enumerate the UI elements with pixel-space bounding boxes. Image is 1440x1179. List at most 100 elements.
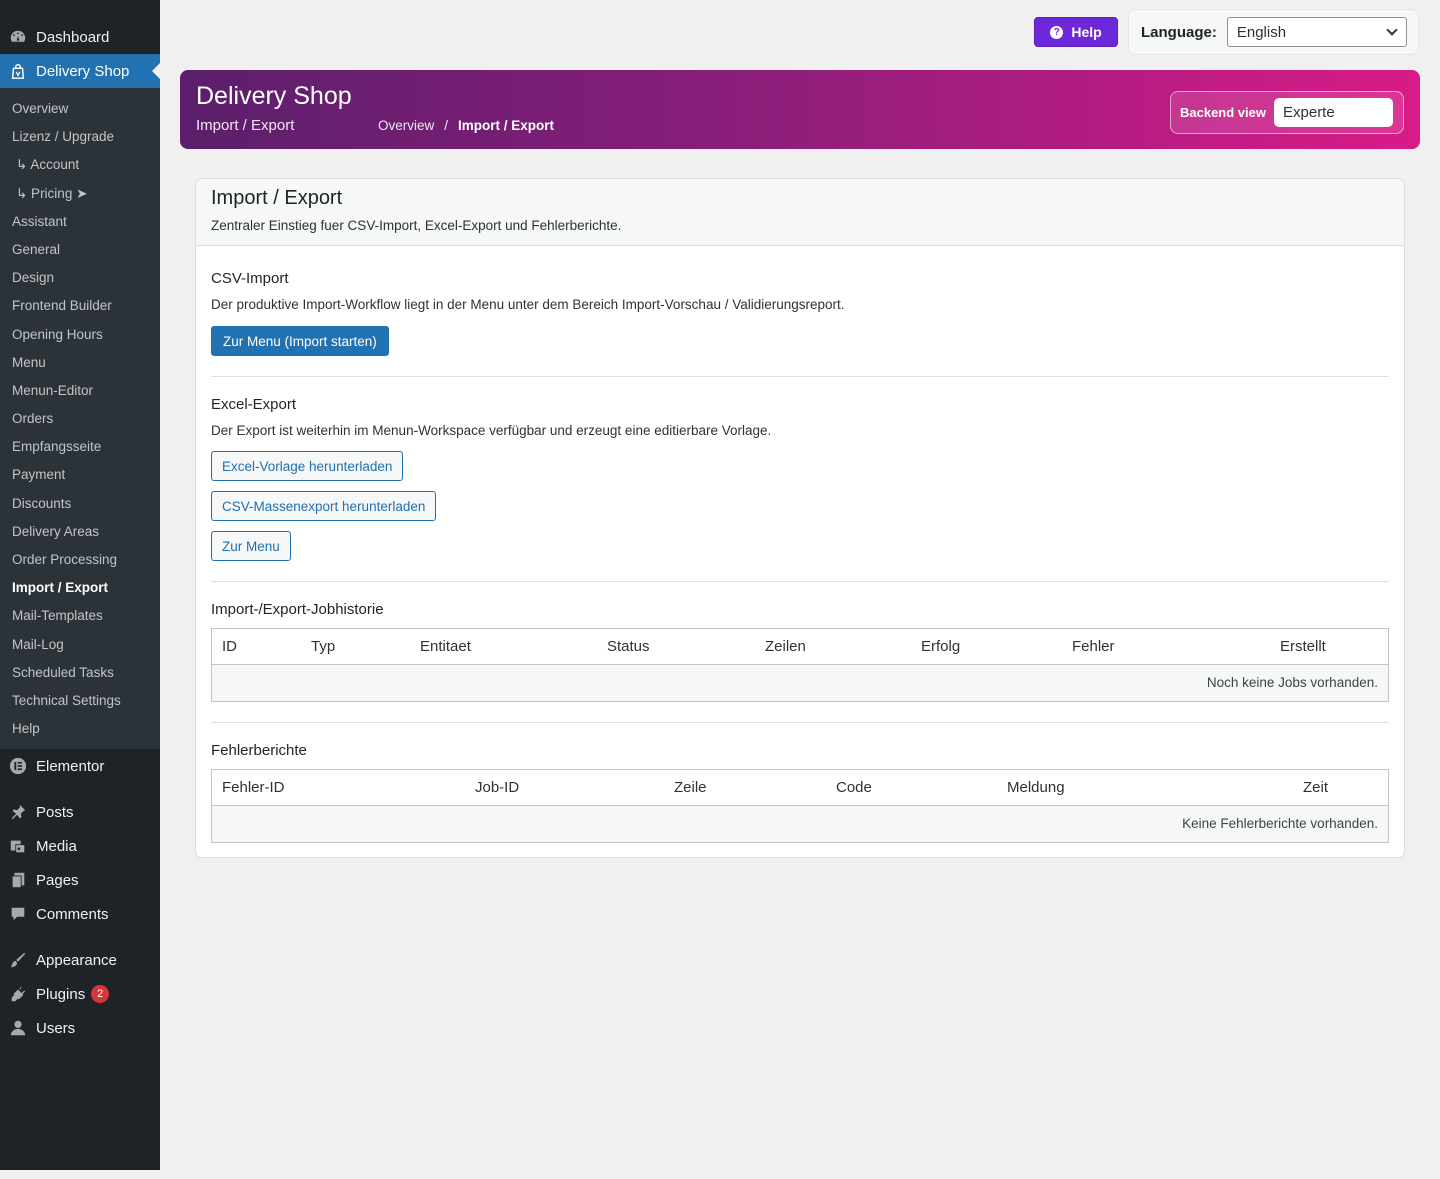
breadcrumb-separator: / xyxy=(444,118,449,133)
sidebar-item-pages[interactable]: Pages xyxy=(0,863,160,897)
language-label: Language: xyxy=(1141,23,1217,41)
excel-export-description: Der Export ist weiterhin im Menun-Worksp… xyxy=(211,423,772,438)
submenu-item-import-export[interactable]: Import / Export xyxy=(0,574,160,602)
download-csv-mass-export-button[interactable]: CSV-Massenexport herunterladen xyxy=(211,491,437,521)
breadcrumb: Overview / Import / Export xyxy=(378,118,554,133)
pages-icon xyxy=(8,870,28,890)
excel-export-title: Excel-Export xyxy=(211,396,297,413)
sidebar-item-users[interactable]: Users xyxy=(0,1011,160,1045)
job-history-section: Import-/Export-Jobhistorie xyxy=(211,601,1389,618)
sidebar-item-label: Comments xyxy=(36,905,109,923)
chevron-down-icon xyxy=(1386,24,1398,36)
sidebar-item-delivery-shop[interactable]: Delivery Shop xyxy=(0,54,160,88)
language-select[interactable]: English xyxy=(1226,17,1407,47)
card-title: Import / Export xyxy=(211,187,343,209)
section-divider xyxy=(211,376,1389,377)
sidebar-item-elementor[interactable]: Elementor xyxy=(0,749,160,783)
sidebar-item-comments[interactable]: Comments xyxy=(0,897,160,931)
submenu-item-delivery-areas[interactable]: Delivery Areas xyxy=(0,518,160,546)
error-reports-section: Fehlerberichte xyxy=(211,742,1389,759)
sidebar-item-media[interactable]: Media xyxy=(0,829,160,863)
submenu-item-empfangsseite[interactable]: Empfangsseite xyxy=(0,433,160,461)
section-divider xyxy=(211,722,1389,723)
table-row: Noch keine Jobs vorhanden. xyxy=(212,665,1388,701)
page-header-banner: Delivery Shop Import / Export Overview / I… xyxy=(180,70,1420,149)
help-button[interactable]: ? Help xyxy=(1034,17,1118,47)
start-import-button[interactable]: Zur Menu (Import starten) xyxy=(211,326,389,356)
admin-sidebar: Dashboard Delivery Shop Overview Lizenz … xyxy=(0,0,160,1170)
submenu-item-mail-templates[interactable]: Mail-Templates xyxy=(0,602,160,630)
column-header: Entitaet xyxy=(420,638,471,655)
error-reports-table: Fehler-ID Job-ID Zeile Code Meldung Zeit… xyxy=(211,769,1389,843)
language-select-value: English xyxy=(1236,23,1287,41)
submenu-item-help[interactable]: Help xyxy=(0,715,160,743)
empty-state-text: Keine Fehlerberichte vorhanden. xyxy=(1182,816,1378,831)
card-header: Import / Export Zentraler Einstieg fuer … xyxy=(196,179,1404,246)
submenu-item-lizenz-upgrade[interactable]: Lizenz / Upgrade xyxy=(0,123,160,151)
download-excel-template-button[interactable]: Excel-Vorlage herunterladen xyxy=(211,451,404,481)
column-header: Zeilen xyxy=(765,638,806,655)
backend-view-select[interactable]: Experte xyxy=(1274,98,1393,127)
submenu-item-mail-log[interactable]: Mail-Log xyxy=(0,631,160,659)
empty-state-text: Noch keine Jobs vorhanden. xyxy=(1206,675,1378,690)
submenu-item-account[interactable]: ↳ Account xyxy=(0,151,160,179)
media-icon xyxy=(8,836,28,856)
comment-icon xyxy=(8,904,28,924)
column-header: Zeile xyxy=(674,779,707,796)
language-switcher: Language: English xyxy=(1128,9,1419,55)
csv-import-section: CSV-Import Der produktive Import-Workflo… xyxy=(211,270,1389,312)
sidebar-item-label: Appearance xyxy=(36,951,117,969)
submenu-item-technical-settings[interactable]: Technical Settings xyxy=(0,687,160,715)
submenu-item-payment[interactable]: Payment xyxy=(0,461,160,489)
csv-import-title: CSV-Import xyxy=(211,270,289,287)
user-icon xyxy=(8,1018,28,1038)
column-header: Typ xyxy=(311,638,336,655)
column-header: Fehler-ID xyxy=(222,779,285,796)
sidebar-item-dashboard[interactable]: Dashboard xyxy=(0,20,160,54)
submenu-item-opening-hours[interactable]: Opening Hours xyxy=(0,321,160,349)
column-header: Meldung xyxy=(1007,779,1065,796)
sidebar-item-posts[interactable]: Posts xyxy=(0,795,160,829)
sidebar-item-label: Pages xyxy=(36,871,79,889)
question-icon: ? xyxy=(1050,25,1064,39)
card-description: Zentraler Einstieg fuer CSV-Import, Exce… xyxy=(211,218,622,233)
table-header: Fehler-ID Job-ID Zeile Code Meldung Zeit xyxy=(212,770,1388,806)
sidebar-item-appearance[interactable]: Appearance xyxy=(0,943,160,977)
breadcrumb-current: Import / Export xyxy=(458,118,555,133)
brush-icon xyxy=(8,950,28,970)
sidebar-item-label: Posts xyxy=(36,803,74,821)
submenu-item-overview[interactable]: Overview xyxy=(0,95,160,123)
column-header: Code xyxy=(836,779,872,796)
job-history-title: Import-/Export-Jobhistorie xyxy=(211,601,384,618)
submenu-item-menu[interactable]: Menu xyxy=(0,349,160,377)
submenu-item-design[interactable]: Design xyxy=(0,264,160,292)
shop-icon xyxy=(8,61,28,81)
column-header: Job-ID xyxy=(475,779,520,796)
plugin-update-badge: 2 xyxy=(91,985,110,1004)
sidebar-item-label: Plugins xyxy=(36,985,86,1003)
sidebar-item-label: Delivery Shop xyxy=(36,62,130,80)
submenu-item-order-processing[interactable]: Order Processing xyxy=(0,546,160,574)
sidebar-item-plugins[interactable]: Plugins 2 xyxy=(0,977,160,1011)
table-header: ID Typ Entitaet Status Zeilen Erfolg Feh… xyxy=(212,629,1388,665)
submenu-item-menun-editor[interactable]: Menun-Editor xyxy=(0,377,160,405)
column-header: Status xyxy=(607,638,650,655)
submenu-item-frontend-builder[interactable]: Frontend Builder xyxy=(0,292,160,320)
breadcrumb-overview-link[interactable]: Overview xyxy=(378,118,434,133)
submenu-item-pricing[interactable]: ↳ Pricing ➤ xyxy=(0,180,160,208)
sidebar-item-label: Dashboard xyxy=(36,28,110,46)
sidebar-item-label: Users xyxy=(36,1019,76,1037)
pin-icon xyxy=(8,802,28,822)
submenu-item-general[interactable]: General xyxy=(0,236,160,264)
submenu-item-discounts[interactable]: Discounts xyxy=(0,490,160,518)
column-header: Erfolg xyxy=(921,638,961,655)
submenu-item-assistant[interactable]: Assistant xyxy=(0,208,160,236)
backend-view-switcher: Backend view Experte xyxy=(1170,91,1404,134)
column-header: Zeit xyxy=(1303,779,1329,796)
go-to-menu-button[interactable]: Zur Menu xyxy=(211,531,291,561)
submenu-item-orders[interactable]: Orders xyxy=(0,405,160,433)
column-header: Erstellt xyxy=(1280,638,1326,655)
submenu-item-scheduled-tasks[interactable]: Scheduled Tasks xyxy=(0,659,160,687)
sidebar-item-label: Elementor xyxy=(36,757,105,775)
dashboard-icon xyxy=(8,27,28,47)
